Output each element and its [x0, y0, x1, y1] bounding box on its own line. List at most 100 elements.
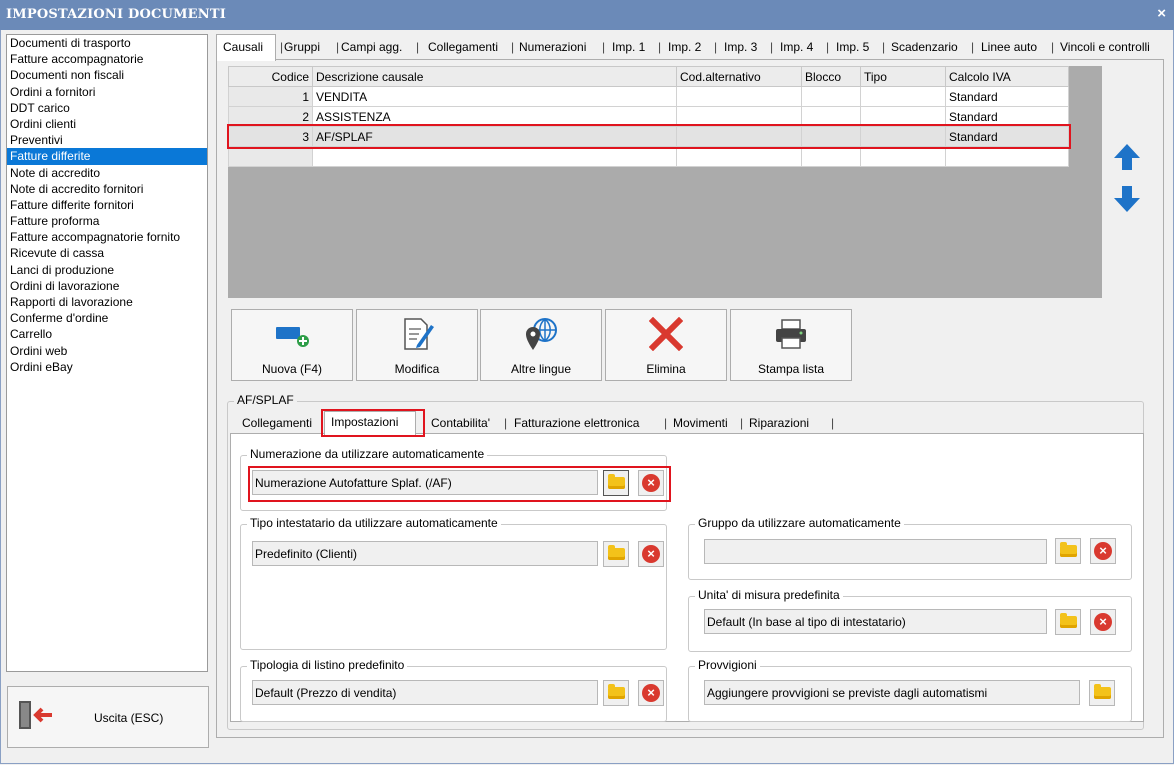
cell-codice[interactable]: 2 — [228, 106, 313, 127]
subtab-fatturazione-elettronica[interactable]: Fatturazione elettronica — [514, 413, 639, 434]
cell-calcolo-iva[interactable]: Standard — [945, 86, 1069, 107]
causali-grid[interactable]: Codice Descrizione causale Cod.alternati… — [228, 66, 1069, 167]
table-row[interactable]: 1 VENDITA Standard — [228, 86, 1069, 107]
tab-imp-1[interactable]: Imp. 1 — [612, 36, 645, 58]
listino-browse-button[interactable] — [603, 680, 629, 706]
cell-tipo[interactable] — [860, 86, 946, 107]
print-list-button[interactable]: Stampa lista — [730, 309, 852, 381]
list-item[interactable]: Ordini di lavorazione — [7, 278, 207, 294]
list-item-selected[interactable]: Fatture differite — [7, 148, 207, 165]
subtab-contabilita[interactable]: Contabilita' — [431, 413, 490, 434]
cell-calcolo-iva[interactable]: Standard — [945, 126, 1069, 147]
exit-button[interactable]: Uscita (ESC) — [7, 686, 209, 748]
column-header[interactable]: Calcolo IVA — [945, 66, 1069, 87]
move-up-icon[interactable] — [1112, 142, 1142, 172]
numerazione-field[interactable]: Numerazione Autofatture Splaf. (/AF) — [252, 470, 598, 495]
table-row-new[interactable] — [228, 146, 1069, 167]
tab-causali[interactable]: Causali — [216, 34, 276, 61]
listino-field[interactable]: Default (Prezzo di vendita) — [252, 680, 598, 705]
cell-blocco[interactable] — [801, 86, 861, 107]
tipo-intestatario-browse-button[interactable] — [603, 541, 629, 567]
table-row[interactable]: 2 ASSISTENZA Standard — [228, 106, 1069, 127]
tab-numerazioni[interactable]: Numerazioni — [519, 36, 586, 58]
list-item[interactable]: Documenti di trasporto — [7, 35, 207, 51]
list-item[interactable]: Note di accredito — [7, 165, 207, 181]
document-type-list[interactable]: Documenti di trasporto Fatture accompagn… — [6, 34, 208, 672]
listino-clear-button[interactable]: × — [638, 680, 664, 706]
list-item[interactable]: Ordini clienti — [7, 116, 207, 132]
cell-empty[interactable] — [228, 146, 313, 167]
cell-empty[interactable] — [801, 146, 861, 167]
subtab-movimenti[interactable]: Movimenti — [673, 413, 728, 434]
subtab-impostazioni[interactable]: Impostazioni — [324, 411, 416, 436]
subtab-riparazioni[interactable]: Riparazioni — [749, 413, 809, 434]
tab-imp-4[interactable]: Imp. 4 — [780, 36, 813, 58]
list-item[interactable]: Documenti non fiscali — [7, 67, 207, 83]
list-item[interactable]: Note di accredito fornitori — [7, 181, 207, 197]
cell-descrizione[interactable]: VENDITA — [312, 86, 677, 107]
cell-blocco[interactable] — [801, 106, 861, 127]
cell-tipo[interactable] — [860, 106, 946, 127]
new-button[interactable]: Nuova (F4) — [231, 309, 353, 381]
list-item[interactable]: DDT carico — [7, 100, 207, 116]
list-item[interactable]: Fatture accompagnatorie fornito — [7, 229, 207, 245]
unita-misura-clear-button[interactable]: × — [1090, 609, 1116, 635]
cell-empty[interactable] — [312, 146, 677, 167]
edit-button[interactable]: Modifica — [356, 309, 478, 381]
numerazione-browse-button[interactable] — [603, 470, 629, 496]
tab-campi-agg[interactable]: Campi agg. — [341, 36, 402, 58]
tipo-intestatario-clear-button[interactable]: × — [638, 541, 664, 567]
tipo-intestatario-field[interactable]: Predefinito (Clienti) — [252, 541, 598, 566]
cell-descrizione[interactable]: ASSISTENZA — [312, 106, 677, 127]
tab-imp-3[interactable]: Imp. 3 — [724, 36, 757, 58]
list-item[interactable]: Fatture differite fornitori — [7, 197, 207, 213]
cell-cod-alt[interactable] — [676, 126, 802, 147]
tab-linee-auto[interactable]: Linee auto — [981, 36, 1037, 58]
list-item[interactable]: Rapporti di lavorazione — [7, 294, 207, 310]
numerazione-clear-button[interactable]: × — [638, 470, 664, 496]
cell-codice[interactable]: 3 — [228, 126, 313, 147]
gruppo-field[interactable] — [704, 539, 1047, 564]
tab-collegamenti[interactable]: Collegamenti — [428, 36, 498, 58]
cell-cod-alt[interactable] — [676, 106, 802, 127]
list-item[interactable]: Ricevute di cassa — [7, 245, 207, 261]
column-header[interactable]: Cod.alternativo — [676, 66, 802, 87]
other-languages-button[interactable]: Altre lingue — [480, 309, 602, 381]
list-item[interactable]: Fatture accompagnatorie — [7, 51, 207, 67]
cell-calcolo-iva[interactable]: Standard — [945, 106, 1069, 127]
list-item[interactable]: Ordini web — [7, 343, 207, 359]
cell-empty[interactable] — [945, 146, 1069, 167]
cell-cod-alt[interactable] — [676, 86, 802, 107]
list-item[interactable]: Carrello — [7, 326, 207, 342]
subtab-collegamenti[interactable]: Collegamenti — [242, 413, 312, 434]
list-item[interactable]: Conferme d'ordine — [7, 310, 207, 326]
list-item[interactable]: Lanci di produzione — [7, 262, 207, 278]
list-item[interactable]: Ordini a fornitori — [7, 84, 207, 100]
close-icon[interactable]: × — [1157, 5, 1166, 22]
cell-empty[interactable] — [860, 146, 946, 167]
unita-misura-field[interactable]: Default (In base al tipo di intestatario… — [704, 609, 1047, 634]
gruppo-clear-button[interactable]: × — [1090, 538, 1116, 564]
tab-scadenzario[interactable]: Scadenzario — [891, 36, 958, 58]
column-header[interactable]: Blocco — [801, 66, 861, 87]
list-item[interactable]: Preventivi — [7, 132, 207, 148]
cell-descrizione[interactable]: AF/SPLAF — [312, 126, 677, 147]
cell-codice[interactable]: 1 — [228, 86, 313, 107]
column-header[interactable]: Codice — [228, 66, 313, 87]
list-item[interactable]: Ordini eBay — [7, 359, 207, 375]
tab-gruppi[interactable]: Gruppi — [284, 36, 320, 58]
tab-imp-2[interactable]: Imp. 2 — [668, 36, 701, 58]
unita-misura-browse-button[interactable] — [1055, 609, 1081, 635]
table-row-selected[interactable]: 3 AF/SPLAF Standard — [228, 126, 1069, 147]
provvigioni-browse-button[interactable] — [1089, 680, 1115, 706]
list-item[interactable]: Fatture proforma — [7, 213, 207, 229]
cell-empty[interactable] — [676, 146, 802, 167]
move-down-icon[interactable] — [1112, 184, 1142, 214]
cell-tipo[interactable] — [860, 126, 946, 147]
delete-button[interactable]: Elimina — [605, 309, 727, 381]
provvigioni-field[interactable]: Aggiungere provvigioni se previste dagli… — [704, 680, 1080, 705]
gruppo-browse-button[interactable] — [1055, 538, 1081, 564]
column-header[interactable]: Descrizione causale — [312, 66, 677, 87]
tab-imp-5[interactable]: Imp. 5 — [836, 36, 869, 58]
column-header[interactable]: Tipo — [860, 66, 946, 87]
